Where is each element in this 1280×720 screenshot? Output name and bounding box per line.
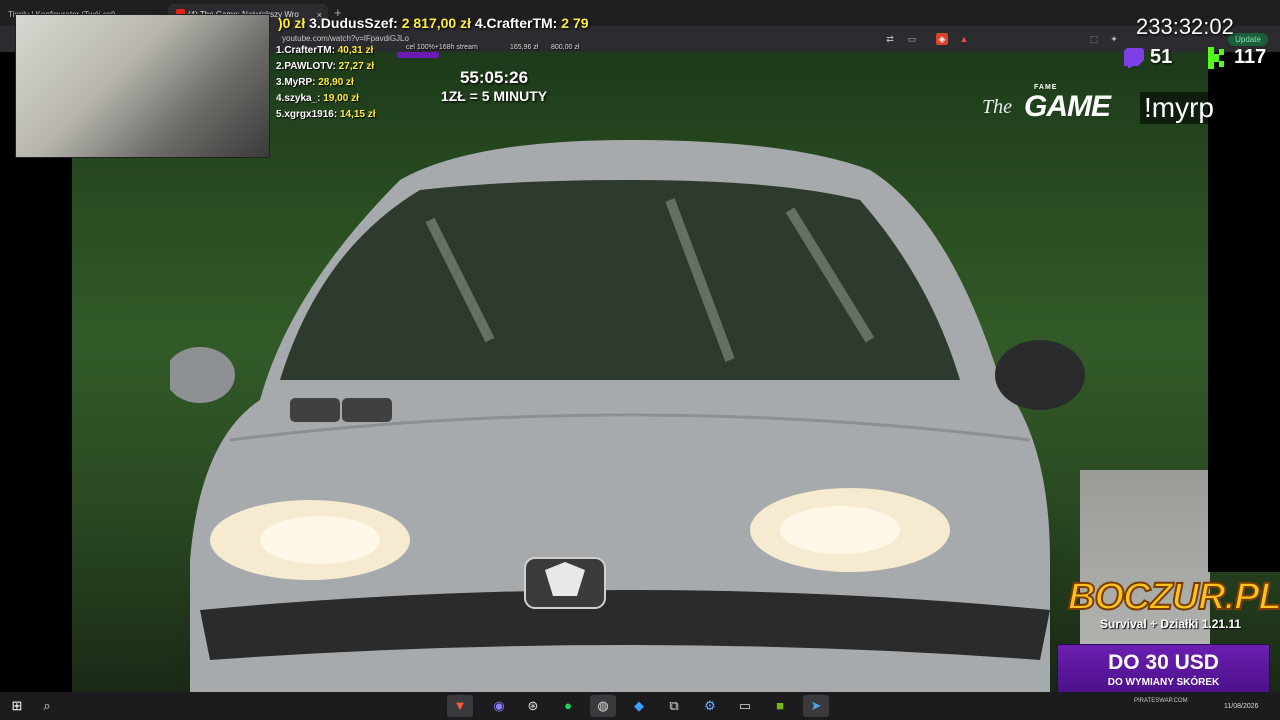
video-letterbox-right [1208, 52, 1280, 572]
boczur-ad: BOCZUR.PL Survival + Działki 1.21.11 [1067, 575, 1280, 637]
twitch-viewer-count: 51 [1150, 46, 1173, 68]
update-button[interactable]: Update [1228, 33, 1268, 46]
leaderboard-row: 2.PAWLOTV: 27,27 zł [276, 59, 376, 75]
goal-progress-bar [397, 52, 439, 58]
stream-uptime: 233:32:02 [1136, 14, 1234, 39]
boczur-subtitle: Survival + Działki 1.21.11 [1100, 617, 1242, 631]
subathon-timer: 55:05:26 1ZŁ = 5 MINUTY [438, 68, 550, 104]
webcam-feed [15, 14, 270, 158]
brave-icon[interactable]: ▼ [447, 695, 473, 717]
taskbar-date: 11/08/2026 [1224, 703, 1259, 710]
cast-icon[interactable]: ▭ [906, 33, 918, 45]
goal-label: cel 100%+168h stream [406, 44, 478, 51]
donation-leaderboard: 1.CrafterTM: 40,31 zł 2.PAWLOTV: 27,27 z… [276, 43, 376, 123]
search-icon[interactable]: ⌕ [34, 695, 60, 717]
subathon-time: 55:05:26 [459, 68, 529, 87]
ad-headline: DO 30 USD [1108, 651, 1219, 674]
leaderboard-amount: 28,90 zł [318, 77, 354, 88]
goal-current: 165,96 zł [510, 44, 539, 51]
video-car-frame [170, 140, 1085, 700]
logo-the-text: The [982, 96, 1012, 118]
nvidia-icon[interactable]: ■ [767, 695, 793, 717]
leaderboard-row: 5.xgrgx1916: 14,15 zł [276, 107, 376, 123]
leaderboard-amount: 19,00 zł [323, 93, 359, 104]
discord-icon[interactable]: ◉ [486, 695, 512, 717]
subathon-rate: 1ZŁ = 5 MINUTY [440, 88, 548, 104]
ticker-amount: 2 79 [561, 15, 589, 31]
leaderboard-row: 3.MyRP: 28,90 zł [276, 75, 376, 91]
leaderboard-amount: 14,15 zł [339, 109, 376, 120]
ticker-name: 4.CrafterTM: [474, 15, 558, 31]
leaderboard-name: 1.CrafterTM: [276, 45, 335, 56]
ad-subline: DO WYMIANY SKÓREK [1107, 677, 1220, 688]
extension-icon[interactable]: ⬚ [1088, 33, 1100, 45]
ticker-name: 3.DudusSzef: [309, 15, 398, 31]
puzzle-icon[interactable]: ✦ [1108, 33, 1120, 45]
network-icon[interactable]: ⧉ [661, 695, 687, 717]
donation-ticker: )0 zł 3.DudusSzef: 2 817,00 zł 4.Crafter… [278, 15, 588, 31]
leaderboard-name: 5.xgrgx1916: [276, 109, 338, 120]
leaderboard-name: 2.PAWLOTV: [276, 61, 336, 72]
translate-icon[interactable]: ⇄ [884, 33, 896, 45]
leaderboard-row: 1.CrafterTM: 40,31 zł [276, 43, 376, 59]
ad-url: PIRATESWAP.COM [1134, 698, 1188, 704]
chat-command: !myrp [1140, 92, 1214, 124]
terminal-icon[interactable]: ▭ [732, 695, 758, 717]
kick-icon [1208, 47, 1228, 69]
leaderboard-amount: 27,27 zł [338, 61, 375, 72]
the-game-logo: FAME The GAME [982, 84, 1152, 124]
spotify-icon[interactable]: ● [555, 695, 581, 717]
goal-target: 800,00 zł [551, 44, 580, 51]
tool-icon[interactable]: ⚙ [697, 695, 723, 717]
boczur-title: BOCZUR.PL [1067, 575, 1280, 619]
windows-icon[interactable]: ⊞ [4, 695, 30, 717]
leaderboard-amount: 40,31 zł [337, 45, 374, 56]
ticker-amount: 2 817,00 zł [401, 15, 471, 31]
logo-game-text: GAME [1024, 90, 1111, 123]
telegram-icon[interactable]: ➤ [803, 695, 829, 717]
ticker-amount: )0 zł [278, 15, 306, 31]
pirateswap-ad: DO 30 USD DO WYMIANY SKÓREK [1057, 644, 1270, 698]
kick-viewer-count: 117 [1234, 46, 1267, 68]
url-field[interactable]: youtube.com/watch?v=lFpavdiGJLo [282, 34, 409, 43]
leaderboard-name: 4.szyka_: [276, 93, 321, 104]
leaderboard-name: 3.MyRP: [276, 77, 316, 88]
rewards-icon[interactable]: ▲ [958, 33, 970, 45]
obs-icon[interactable]: ◍ [590, 695, 616, 717]
brave-shield-icon[interactable]: ◈ [936, 33, 948, 45]
steam-icon[interactable]: ⊛ [520, 695, 546, 717]
leaderboard-row: 4.szyka_: 19,00 zł [276, 91, 376, 107]
vscode-icon[interactable]: ◆ [626, 695, 652, 717]
